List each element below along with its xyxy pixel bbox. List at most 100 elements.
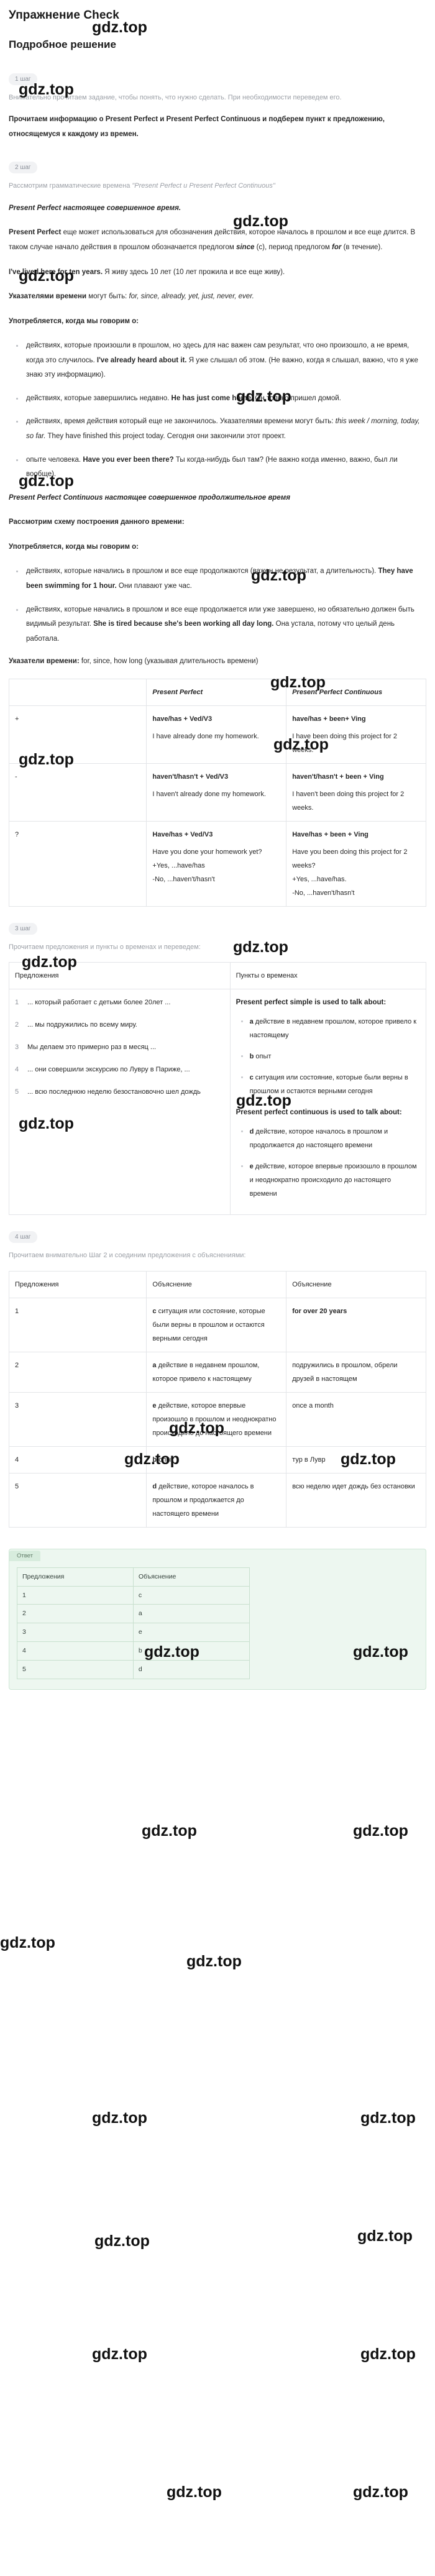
watermark: gdz.top xyxy=(92,2345,147,2363)
row-marker-question: ? xyxy=(8,821,147,907)
ppc-question-formula: Have/has + been + Ving xyxy=(292,831,369,839)
ppc-short-answer-yes: +Yes, ...have/has. xyxy=(292,876,347,884)
note-text: for over 20 years xyxy=(292,1307,347,1315)
sentence-number: 2 xyxy=(15,1021,19,1029)
watermark: gdz.top xyxy=(0,1934,55,1951)
time-markers-label: Указателями времени xyxy=(9,293,87,301)
sentences-points-table: Предложения Пункты о временах 1 ... котор… xyxy=(9,962,427,1216)
pp-desc-mid: (с), период предлогом xyxy=(254,243,332,251)
ppc-affirmative-example: I have been doing this project for 2 wee… xyxy=(292,733,397,754)
col-header-sentences: Предложения xyxy=(8,1270,147,1298)
row-marker-affirmative: + xyxy=(8,705,147,764)
match-note: подружились в прошлом, обрели друзей в н… xyxy=(286,1351,426,1393)
present-perfect-heading: Present Perfect настоящее совершенное вр… xyxy=(9,204,181,212)
list-item: действиях, которые начались в прошлом и … xyxy=(12,603,426,647)
table-row: ? Have/has + Ved/V3 Have you done your h… xyxy=(8,821,426,907)
step3-intro: Прочитаем предложения и пункты о времена… xyxy=(9,943,201,951)
match-explanation: e действие, которое впервые произошло в … xyxy=(146,1391,287,1447)
table-row: Предложения Объяснение xyxy=(17,1567,250,1587)
bullet-post: Он только пришел домой. xyxy=(253,394,341,402)
bullet-example: She is tired because she's been working … xyxy=(93,620,274,628)
table-row: 2 a xyxy=(17,1604,250,1624)
watermark: gdz.top xyxy=(167,2483,222,2501)
ppc-used-when: Употребляется, когда мы говорим о: xyxy=(9,543,139,551)
point-text: действие, которое впервые произошло в пр… xyxy=(249,1163,417,1198)
watermark: gdz.top xyxy=(186,1953,242,1970)
table-row: + have/has + Ved/V3 I have already done … xyxy=(8,705,426,764)
table-row: - haven't/hasn't + Ved/V3 I haven't alre… xyxy=(8,763,426,822)
present-perfect-continuous-title: Present perfect continuous is used to ta… xyxy=(236,1109,402,1117)
pp-example-en: I've lived here for ten years. xyxy=(9,268,103,276)
watermark: gdz.top xyxy=(360,2345,416,2363)
answer-letter: d xyxy=(132,1659,250,1679)
present-perfect-continuous-heading: Present Perfect Continuous настоящее сов… xyxy=(9,493,290,502)
step-badge-3: 3 шаг xyxy=(9,923,37,935)
pp-usage-list: действиях, которые произошли в прошлом, … xyxy=(9,339,426,482)
list-item: a действие в недавнем прошлом, которое п… xyxy=(239,1015,420,1042)
ppc-affirmative-cell: have/has + been+ Ving I have been doing … xyxy=(286,705,426,764)
continuous-points-list: d действие, которое началось в прошлом и… xyxy=(236,1125,420,1201)
ppc-negative-example: I haven't been doing this project for 2 … xyxy=(292,791,405,812)
answer-number: 4 xyxy=(17,1641,134,1661)
answer-letter: a xyxy=(132,1604,250,1624)
match-explanation: b опыт xyxy=(146,1446,287,1474)
point-text: действие, которое началось в прошлом и п… xyxy=(249,1128,388,1150)
row-marker-negative: - xyxy=(8,763,147,822)
step-badge-2: 2 шаг xyxy=(9,162,37,174)
sentences-cell: 1 ... который работает с детьми более 20л… xyxy=(9,989,231,1216)
list-item: d действие, которое началось в прошлом и… xyxy=(239,1125,420,1152)
list-item: действиях, которые завершились недавно. … xyxy=(12,392,426,406)
list-item: 4 ... они совершили экскурсию по Лувру в … xyxy=(15,1063,224,1076)
list-item: 1 ... который работает с детьми более 20л… xyxy=(15,996,224,1009)
pp-negative-cell: haven't/hasn't + Ved/V3 I haven't alread… xyxy=(146,763,287,822)
ppc-negative-cell: haven't/hasn't + been + Ving I haven't b… xyxy=(286,763,426,822)
pp-affirmative-cell: have/has + Ved/V3 I have already done my… xyxy=(146,705,287,764)
list-item: c ситуация или состояние, которые были в… xyxy=(239,1071,420,1098)
bullet-example: Have you ever been there? xyxy=(83,456,174,464)
table-row: 1 c ситуация или состояние, которые были… xyxy=(8,1297,426,1352)
table-row: Предложения Пункты о временах xyxy=(9,962,427,990)
answer-tab-label: Ответ xyxy=(9,1550,40,1561)
watermark: gdz.top xyxy=(353,1822,408,1840)
answer-col-sentences: Предложения xyxy=(17,1567,134,1587)
step-badge-4: 4 шаг xyxy=(9,1231,37,1244)
watermark: gdz.top xyxy=(92,2109,147,2127)
match-explanation: a действие в недавнем прошлом, которое п… xyxy=(146,1351,287,1393)
pp-negative-formula: haven't/hasn't + Ved/V3 xyxy=(152,773,229,781)
explanation-text: ситуация или состояние, которые были вер… xyxy=(152,1307,265,1342)
table-row: 3 e действие, которое впервые произошло … xyxy=(8,1391,426,1447)
answer-body: Предложения Объяснение 1 c 2 a 3 e 4 b 5… xyxy=(9,1561,426,1689)
step2-intro-quoted: "Present Perfect и Present Perfect Conti… xyxy=(132,182,275,190)
bullet-pre: действиях, которые начались в прошлом и … xyxy=(26,567,378,575)
bullet-example: He has just come home. xyxy=(171,394,254,402)
bullet-pre: опыте человека. xyxy=(26,456,83,464)
table-row: 4 b опыт тур в Лувр xyxy=(8,1446,426,1474)
present-perfect-simple-title: Present perfect simple is used to talk a… xyxy=(236,999,387,1007)
match-explanation: d действие, которое началось в прошлом и… xyxy=(146,1472,287,1528)
table-row: 1 ... который работает с детьми более 20л… xyxy=(9,989,427,1216)
pp-question-formula: Have/has + Ved/V3 xyxy=(152,831,213,839)
watermark: gdz.top xyxy=(360,2109,416,2127)
list-item: 3 Мы делаем это примерно раз в месяц ... xyxy=(15,1040,224,1054)
ppc-negative-formula: haven't/hasn't + been + Ving xyxy=(292,773,384,781)
pp-term: Present Perfect xyxy=(9,229,62,237)
ppc-affirmative-formula: have/has + been+ Ving xyxy=(292,715,366,723)
watermark: gdz.top xyxy=(142,1822,197,1840)
sentence-text: ... который работает с детьми более 20ле… xyxy=(27,999,171,1007)
sentence-text: ... мы подружились по всему миру. xyxy=(27,1021,137,1029)
sentences-list: 1 ... который работает с детьми более 20л… xyxy=(15,996,224,1099)
table-row: Present Perfect Present Perfect Continuo… xyxy=(8,679,426,707)
match-note: всю неделю идет дождь без остановки xyxy=(286,1472,426,1528)
answer-col-explanation: Объяснение xyxy=(132,1567,250,1587)
bullet-example: They have finished this project today. xyxy=(45,433,165,440)
points-cell: Present perfect simple is used to talk a… xyxy=(229,989,427,1216)
grammar-table-col-ppc: Present Perfect Continuous xyxy=(286,679,426,707)
bullet-post: Сегодня они закончили этот проект. xyxy=(165,433,286,440)
list-item: 2 ... мы подружились по всему миру. xyxy=(15,1018,224,1032)
page-title: Упражнение Check xyxy=(9,9,119,22)
table-row: 4 b xyxy=(17,1641,250,1661)
answer-section: Ответ Предложения Объяснение 1 c 2 a 3 e… xyxy=(9,1548,426,1690)
list-item: 5 ... всю последнюю неделю безостановочно… xyxy=(15,1085,224,1099)
answer-number: 3 xyxy=(17,1623,134,1642)
bullet-example: I've already heard about it. xyxy=(96,356,187,364)
